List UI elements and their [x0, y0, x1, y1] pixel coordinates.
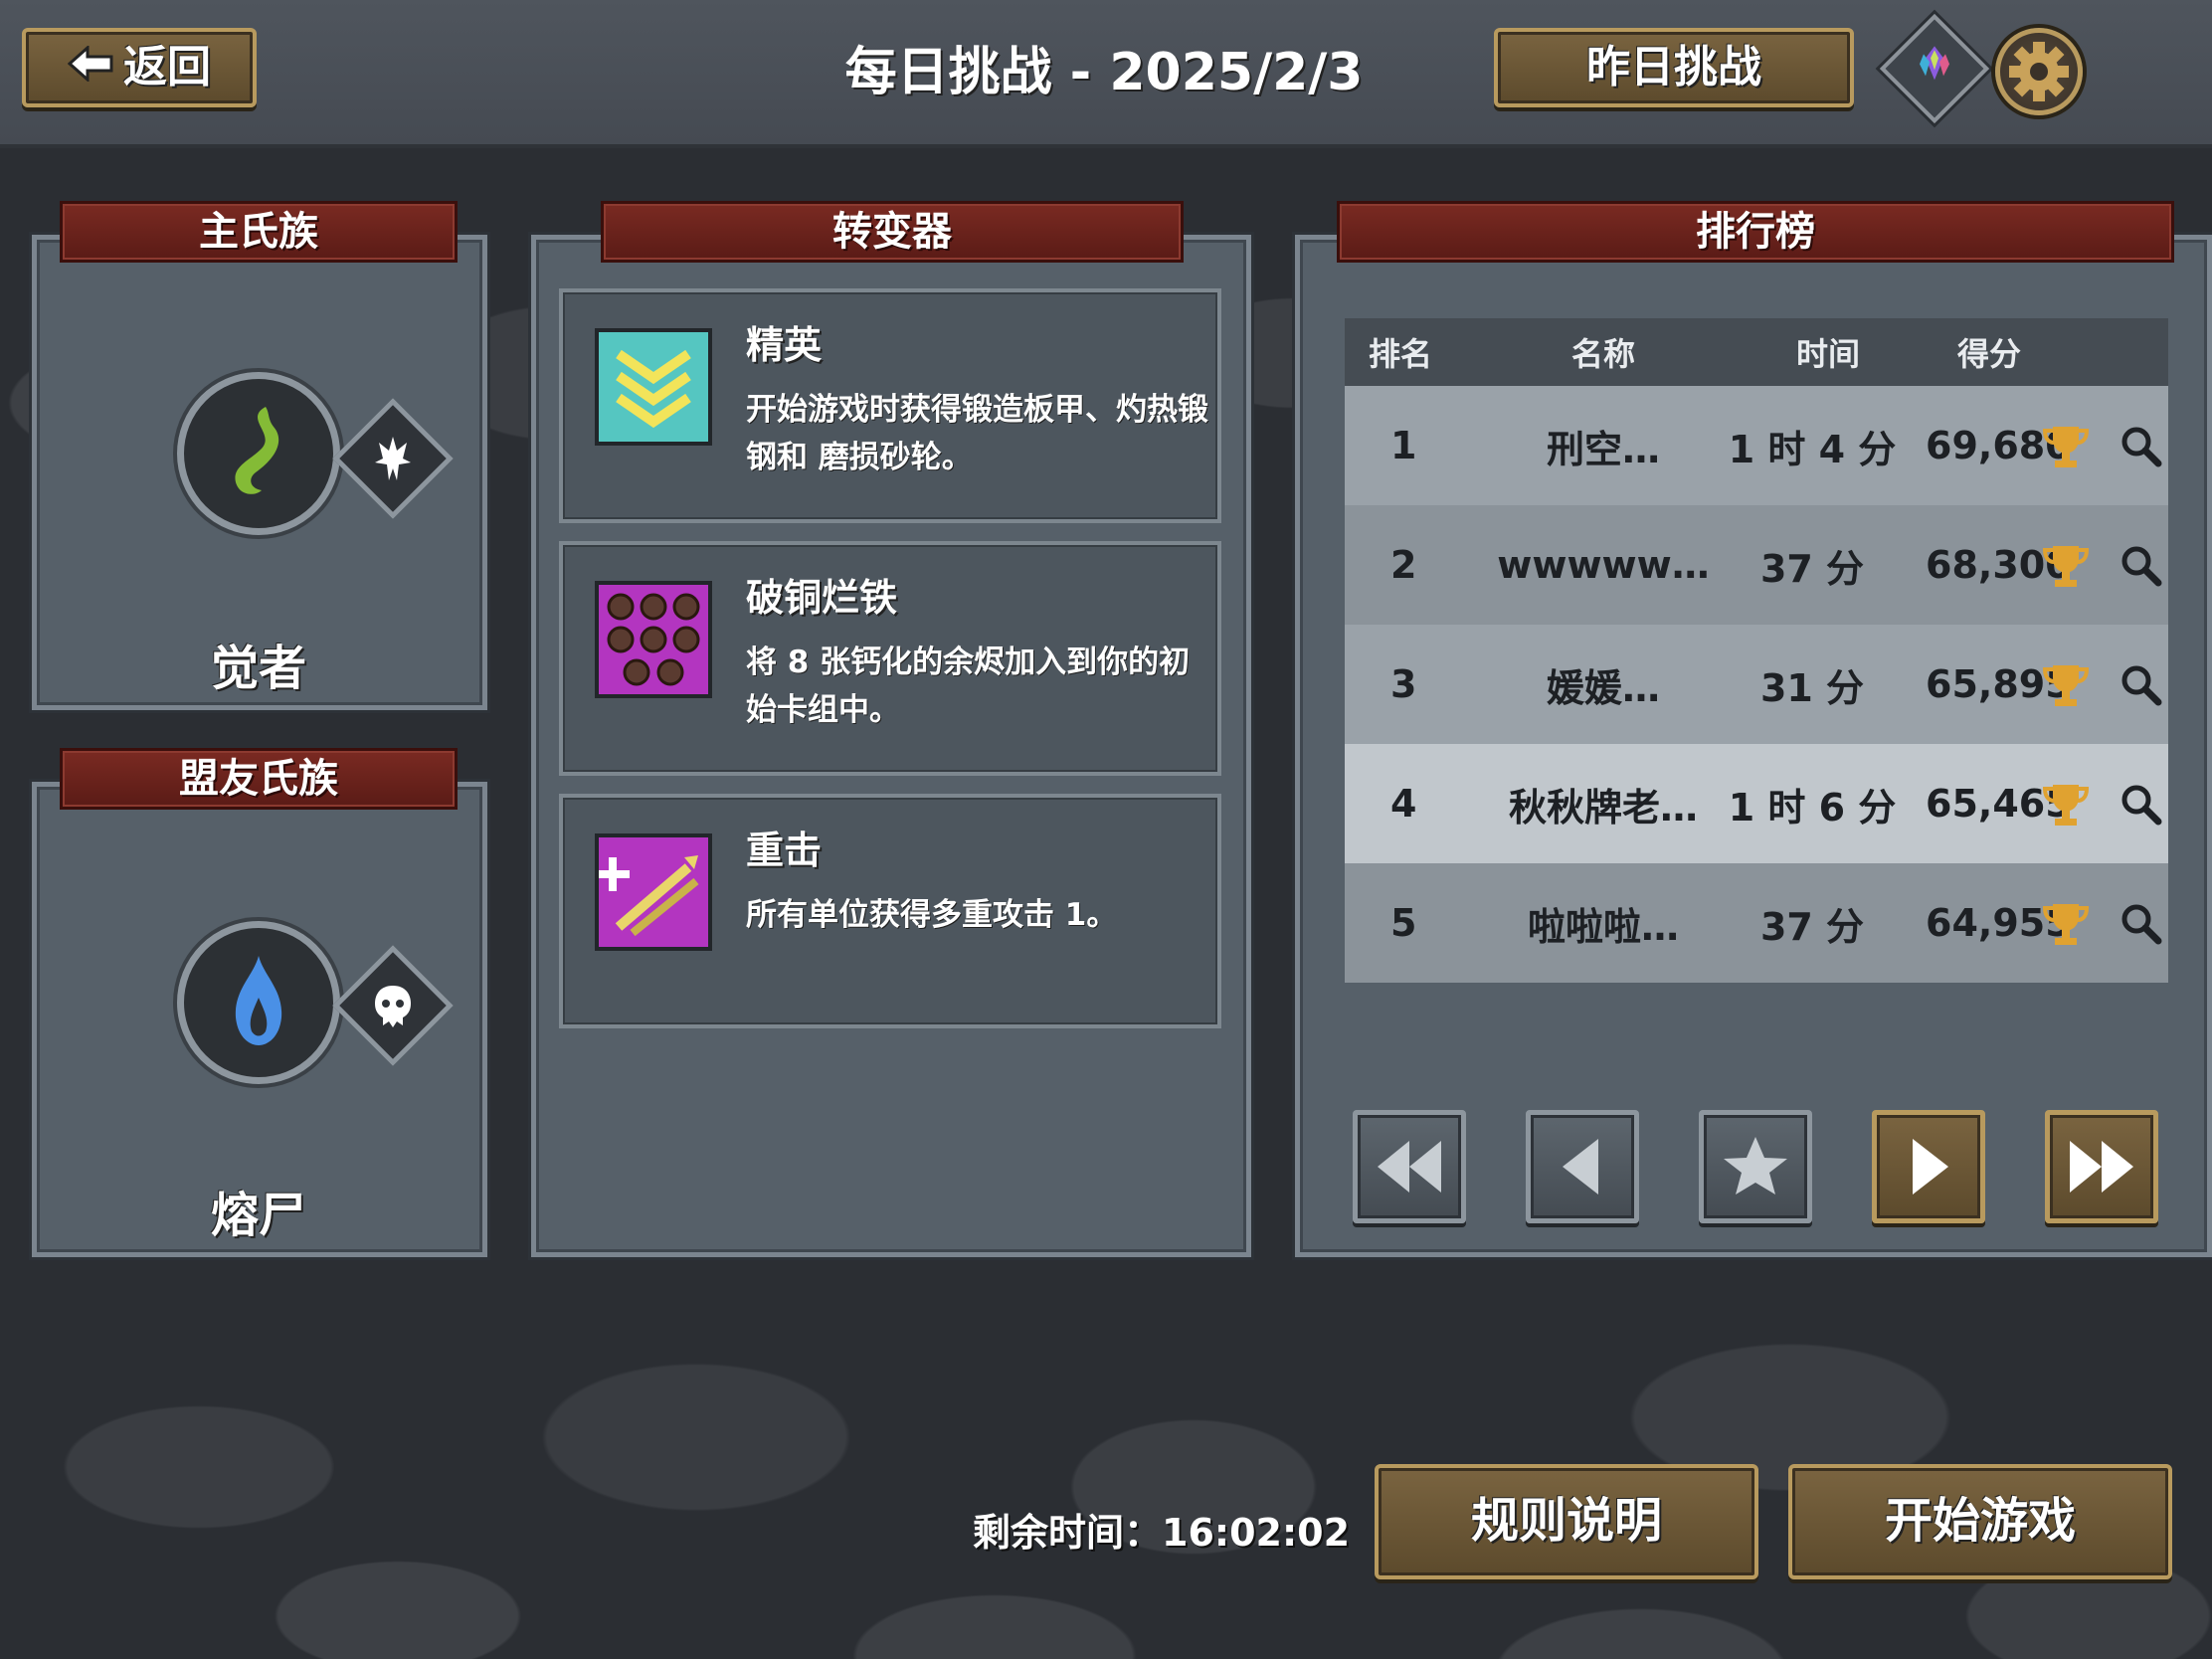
mutator-card[interactable]: 重击 所有单位获得多重攻击 1。 — [559, 794, 1221, 1028]
trophy-icon — [2041, 863, 2091, 983]
back-button[interactable]: 返回 — [22, 28, 257, 107]
embers-grid-icon — [595, 581, 712, 698]
my-rank-button[interactable] — [1699, 1110, 1812, 1223]
name-cell: 媛媛… — [1546, 665, 1660, 710]
search-icon[interactable] — [2119, 863, 2162, 983]
page-title: 每日挑战 - 2025/2/3 — [844, 43, 1364, 102]
table-row[interactable]: 3 媛媛… 31 分 65,895 — [1345, 625, 2168, 744]
top-bar: 返回 每日挑战 - 2025/2/3 昨日挑战 — [0, 0, 2212, 148]
rules-button[interactable]: 规则说明 — [1375, 1464, 1758, 1579]
trophy-icon — [2041, 505, 2091, 625]
rank-cell: 4 — [1390, 782, 1417, 826]
search-icon[interactable] — [2119, 386, 2162, 505]
gear-icon — [2009, 42, 2069, 101]
table-row[interactable]: 2 wwwww… 37 分 68,300 — [1345, 505, 2168, 625]
yesterday-challenge-button[interactable]: 昨日挑战 — [1494, 28, 1854, 107]
allied-clan-heading: 盟友氏族 — [60, 748, 458, 810]
time-cell: 31 分 — [1759, 665, 1865, 710]
next-page-icon — [1913, 1139, 1948, 1195]
rank-cell: 3 — [1390, 662, 1417, 706]
time-cell: 37 分 — [1759, 904, 1865, 949]
table-row[interactable]: 1 刑空… 1 时 4 分 69,680 — [1345, 386, 2168, 505]
first-page-icon — [1378, 1141, 1441, 1193]
back-button-label: 返回 — [123, 42, 211, 92]
mutator-description: 将 8 张钙化的余烬加入到你的初始卡组中。 — [746, 645, 1191, 728]
green-wisp-icon — [235, 407, 279, 494]
search-icon[interactable] — [2119, 625, 2162, 744]
remaining-time-value: 16:02:02 — [1162, 1511, 1351, 1555]
remaining-time: 剩余时间：16:02:02 — [973, 1502, 1350, 1557]
crystal-icon — [1920, 46, 1949, 81]
last-page-icon — [2070, 1141, 2133, 1193]
leaderboard-header-row: 排名 名称 时间 得分 — [1345, 318, 2168, 386]
trophy-icon — [2041, 625, 2091, 744]
name-cell: 刑空… — [1546, 427, 1660, 471]
mutator-title: 重击 — [746, 829, 823, 872]
time-cell: 1 时 6 分 — [1728, 785, 1897, 830]
mutator-title: 破铜烂铁 — [746, 576, 898, 620]
next-page-button[interactable] — [1872, 1110, 1985, 1223]
leaderboard-heading: 排行榜 — [1337, 201, 2174, 263]
trophy-icon — [2041, 744, 2091, 863]
rank-cell: 5 — [1390, 901, 1417, 945]
chevron-rank-icon — [595, 328, 712, 446]
rank-cell: 2 — [1390, 543, 1417, 587]
last-page-button[interactable] — [2045, 1110, 2158, 1223]
rank-column-header: 排名 — [1369, 335, 1433, 373]
search-icon[interactable] — [2119, 744, 2162, 863]
allied-clan-portrait[interactable] — [177, 921, 340, 1084]
remaining-time-label: 剩余时间： — [973, 1511, 1163, 1555]
search-icon[interactable] — [2119, 505, 2162, 625]
settings-button[interactable] — [1995, 28, 2083, 115]
mutator-description: 开始游戏时获得锻造板甲、灼热锻钢和 磨损砂轮。 — [746, 392, 1208, 475]
leaderboard-table: 排名 名称 时间 得分 1 刑空… 1 时 4 分 69,680 2 wwwww… — [1345, 318, 2168, 983]
prev-page-button[interactable] — [1526, 1110, 1639, 1223]
allied-clan-name: 熔尸 — [210, 1188, 306, 1243]
trophy-icon — [2041, 386, 2091, 505]
first-page-button[interactable] — [1353, 1110, 1466, 1223]
awoken-emblem-icon — [375, 437, 411, 480]
blue-flame-icon — [235, 956, 282, 1045]
mutator-title: 精英 — [746, 323, 823, 367]
mutator-card[interactable]: 精英 开始游戏时获得锻造板甲、灼热锻钢和 磨损砂轮。 — [559, 288, 1221, 523]
primary-clan-heading: 主氏族 — [60, 201, 458, 263]
name-cell: wwwww… — [1497, 543, 1710, 587]
primary-clan-name: 觉者 — [210, 641, 306, 696]
rank-cell: 1 — [1390, 424, 1417, 467]
primary-clan-portrait[interactable] — [177, 372, 340, 535]
time-cell: 37 分 — [1759, 546, 1865, 591]
time-column-header: 时间 — [1795, 335, 1860, 373]
name-cell: 啦啦啦… — [1527, 904, 1679, 949]
back-arrow-icon — [67, 32, 113, 103]
multistrike-icon — [595, 833, 712, 951]
prev-page-icon — [1563, 1139, 1598, 1195]
mutator-card[interactable]: 破铜烂铁 将 8 张钙化的余烬加入到你的初始卡组中。 — [559, 541, 1221, 776]
score-column-header: 得分 — [1957, 335, 2022, 373]
melting-skull-icon — [375, 986, 411, 1027]
start-game-button[interactable]: 开始游戏 — [1788, 1464, 2172, 1579]
mutators-heading: 转变器 — [601, 201, 1184, 263]
gem-button[interactable] — [1879, 13, 1990, 124]
time-cell: 1 时 4 分 — [1728, 427, 1897, 471]
name-column-header: 名称 — [1570, 335, 1635, 373]
name-cell: 秋秋牌老… — [1508, 785, 1698, 830]
table-row-highlighted[interactable]: 4 秋秋牌老… 1 时 6 分 65,465 — [1345, 744, 2168, 863]
table-row[interactable]: 5 啦啦啦… 37 分 64,955 — [1345, 863, 2168, 983]
mutator-description: 所有单位获得多重攻击 1。 — [746, 897, 1118, 933]
star-icon — [1724, 1137, 1787, 1195]
